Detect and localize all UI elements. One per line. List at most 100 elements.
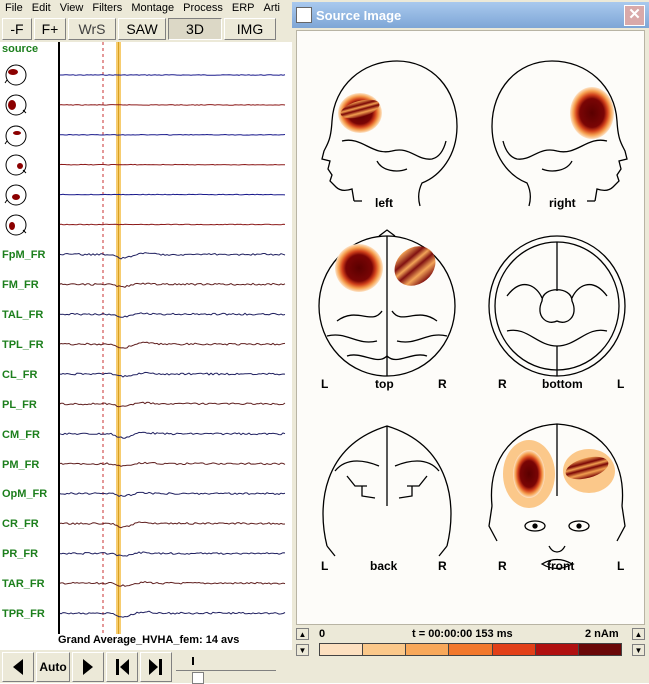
scroll-up-left-button[interactable]: ▲ <box>296 628 309 640</box>
colorbar-min-label: 0 <box>319 628 326 640</box>
channel-label-cm: CM_FR <box>2 429 40 441</box>
eeg-trace <box>59 401 286 408</box>
view-label-left: left <box>375 196 393 210</box>
orient-bottom-l: L <box>617 377 625 391</box>
orient-front-l: L <box>617 559 625 573</box>
eeg-trace <box>59 521 286 529</box>
eeg-trace <box>59 282 286 288</box>
play-backward-button[interactable] <box>2 651 34 682</box>
view-label-right: right <box>549 196 576 210</box>
colorbar-cell <box>492 644 536 655</box>
step-forward-button[interactable] <box>140 651 172 682</box>
source-head-icon-4[interactable] <box>3 153 29 177</box>
channel-label-fpm: FpM_FR <box>2 249 46 261</box>
orient-front-r: R <box>498 559 507 573</box>
filter-increase-button[interactable]: F+ <box>34 18 66 40</box>
colorbar-cell <box>449 644 493 655</box>
back-view <box>322 425 452 557</box>
channel-label-fm: FM_FR <box>2 279 39 291</box>
menu-process[interactable]: Process <box>178 2 227 14</box>
eeg-trace <box>59 312 286 318</box>
colorbar-panel: ▲ ▼ ▲ ▼ 0 t = 00:00:00 153 ms 2 nAm <box>292 626 649 683</box>
bottom-view <box>488 235 626 377</box>
source-head-icon-1[interactable] <box>3 63 29 87</box>
eeg-trace <box>59 371 286 378</box>
eeg-trace <box>59 163 286 166</box>
colorbar-cell <box>320 644 364 655</box>
eeg-trace <box>60 133 286 136</box>
source-head-icon-2[interactable] <box>3 93 29 117</box>
menu-montage[interactable]: Montage <box>126 2 178 14</box>
channel-panel: source FpM_FR FM_FR TAL_FR TPL_FR CL_FR … <box>0 42 292 634</box>
triangle-left-icon <box>13 658 23 675</box>
channel-label-pr: PR_FR <box>2 548 39 560</box>
scroll-down-left-button[interactable]: ▼ <box>296 644 309 656</box>
source-image-window: Source Image ✕ left right L top R R bott… <box>292 0 649 683</box>
time-scroll-slider[interactable] <box>174 652 292 684</box>
front-view <box>488 423 626 570</box>
channel-label-tal: TAL_FR <box>2 309 44 321</box>
menu-file[interactable]: File <box>0 2 27 14</box>
left-view <box>321 60 458 207</box>
average-info-text: Grand Average_HVHA_fem: 14 avs <box>58 634 240 646</box>
view-label-front: front <box>547 559 575 573</box>
eeg-trace <box>59 223 286 226</box>
channel-label-tpr: TPR_FR <box>2 608 45 620</box>
top-view <box>318 229 456 377</box>
view-label-top: top <box>375 377 394 391</box>
source-image-canvas[interactable]: left right L top R R bottom L L back R R… <box>296 30 645 625</box>
step-backward-button[interactable] <box>106 651 138 682</box>
colorbar <box>319 643 622 656</box>
source-window-titlebar[interactable]: Source Image ✕ <box>292 2 649 28</box>
channel-label-pm: PM_FR <box>2 459 40 471</box>
auto-button[interactable]: Auto <box>36 651 70 682</box>
menu-artifact[interactable]: Arti <box>259 2 285 14</box>
close-button[interactable]: ✕ <box>624 5 645 26</box>
orient-top-r: R <box>438 377 447 391</box>
img-button[interactable]: IMG <box>224 18 276 40</box>
eeg-trace <box>59 581 286 587</box>
menu-view[interactable]: View <box>55 2 88 14</box>
source-window-title: Source Image <box>316 7 402 23</box>
eeg-trace <box>60 193 286 196</box>
source-head-icon-3[interactable] <box>3 124 29 148</box>
menu-edit[interactable]: Edit <box>27 2 55 14</box>
channel-label-pl: PL_FR <box>2 399 37 411</box>
slider-thumb[interactable] <box>192 671 204 684</box>
orient-back-r: R <box>438 559 447 573</box>
scroll-up-right-button[interactable]: ▲ <box>632 628 645 640</box>
source-head-icon-5[interactable] <box>3 183 29 207</box>
channel-label-tpl: TPL_FR <box>2 339 44 351</box>
right-view <box>491 60 628 207</box>
channel-label-cl: CL_FR <box>2 369 38 381</box>
menu-erp[interactable]: ERP <box>227 2 259 14</box>
eeg-trace <box>59 341 286 349</box>
playback-bar: Auto <box>0 650 292 684</box>
3d-button[interactable]: 3D <box>168 18 222 40</box>
colorbar-cell <box>578 644 621 655</box>
colorbar-cell <box>363 644 407 655</box>
scroll-down-right-button[interactable]: ▼ <box>632 644 645 656</box>
brain-views-svg <box>318 60 628 570</box>
wrs-button[interactable]: WrS <box>68 18 116 40</box>
toolbar: -F F+ WrS SAW 3D IMG <box>0 16 292 42</box>
menu-bar: File Edit View Filters Montage Process E… <box>0 0 292 16</box>
play-forward-button[interactable] <box>72 651 104 682</box>
channel-label-tar: TAR_FR <box>2 578 45 590</box>
colorbar-cell <box>535 644 579 655</box>
eeg-trace <box>59 461 286 467</box>
view-label-bottom: bottom <box>542 377 583 391</box>
eeg-trace <box>59 431 286 439</box>
eeg-trace <box>59 491 286 497</box>
slider-tick <box>192 656 194 665</box>
filter-decrease-button[interactable]: -F <box>2 18 32 40</box>
eeg-trace <box>59 551 286 557</box>
source-head-icon-6[interactable] <box>3 213 29 237</box>
eeg-trace <box>59 610 286 618</box>
trace-plot[interactable] <box>0 42 292 634</box>
traces-group <box>59 74 286 618</box>
view-label-back: back <box>370 559 398 573</box>
menu-filters[interactable]: Filters <box>87 2 126 14</box>
saw-button[interactable]: SAW <box>118 18 166 40</box>
colorbar-time-label: t = 00:00:00 153 ms <box>412 628 513 640</box>
